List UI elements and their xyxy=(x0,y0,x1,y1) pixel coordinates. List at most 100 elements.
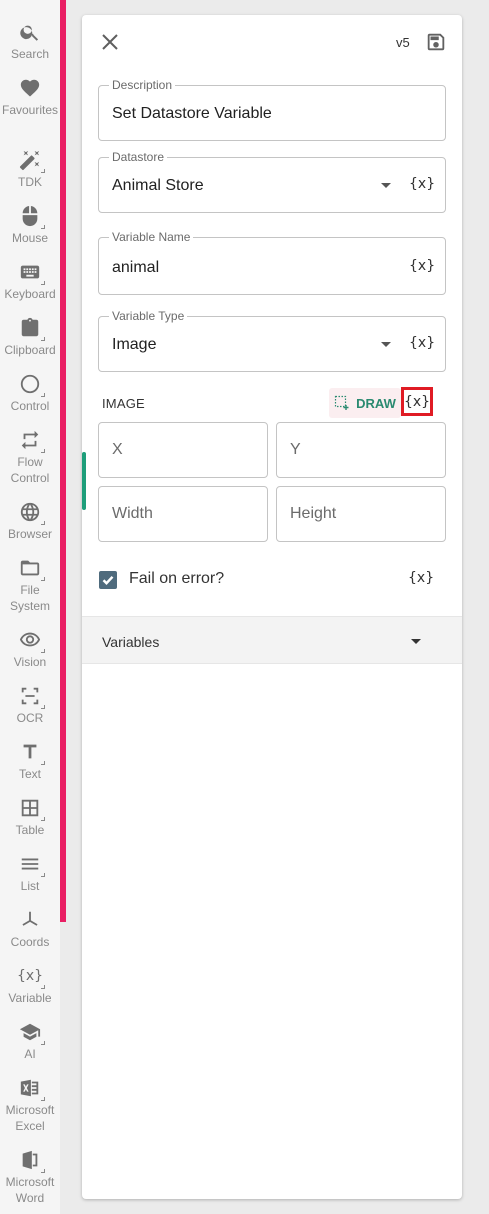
sidebar-item-tdk[interactable]: TDK xyxy=(0,148,60,190)
chevron-down-icon xyxy=(381,342,391,347)
variables-expander[interactable]: Variables xyxy=(82,616,462,664)
folder-icon xyxy=(18,556,45,581)
eye-icon xyxy=(18,628,45,653)
sidebar-label: Coords xyxy=(10,935,50,949)
sidebar-item-file-system[interactable]: File System xyxy=(0,556,60,614)
globe-icon xyxy=(18,500,45,525)
drag-handle[interactable] xyxy=(82,452,86,510)
draw-region-icon xyxy=(335,395,349,410)
sidebar-label: Control xyxy=(10,399,50,413)
sidebar-item-table[interactable]: Table xyxy=(0,796,60,838)
fail-on-error-variable-button[interactable]: {x} xyxy=(408,570,434,586)
save-button[interactable] xyxy=(425,31,447,53)
chevron-down-icon xyxy=(381,183,391,188)
sidebar-item-microsoft-word[interactable]: Microsoft Word xyxy=(0,1148,60,1206)
description-value: Set Datastore Variable xyxy=(112,105,272,122)
list-icon xyxy=(18,852,45,877)
sidebar-item-ai[interactable]: AI xyxy=(0,1020,60,1062)
image-section-title: IMAGE xyxy=(102,396,145,411)
circle-icon xyxy=(18,372,45,397)
keyboard-icon xyxy=(18,260,45,285)
save-icon xyxy=(427,33,445,51)
sidebar-item-ocr[interactable]: OCR xyxy=(0,684,60,726)
variable-type-value: Image xyxy=(112,336,157,353)
sidebar-label: File System xyxy=(9,583,50,613)
width-placeholder: Width xyxy=(112,505,153,522)
checkmark-icon xyxy=(102,575,114,585)
variable-type-variable-button[interactable]: {x} xyxy=(409,335,435,351)
height-input[interactable]: Height xyxy=(276,486,446,542)
sidebar-label: Clipboard xyxy=(4,343,56,357)
close-icon xyxy=(102,34,118,50)
sidebar-item-keyboard[interactable]: Keyboard xyxy=(0,260,60,302)
sidebar-item-browser[interactable]: Browser xyxy=(0,500,60,542)
x-placeholder: X xyxy=(112,441,123,458)
variables-label: Variables xyxy=(102,634,160,650)
sidebar-label: Favourites xyxy=(1,103,59,117)
sidebar-item-clipboard[interactable]: Clipboard xyxy=(0,316,60,358)
sidebar-label: Keyboard xyxy=(4,287,56,301)
toolbox-sidebar: Search Favourites TDK Mouse Keyboard Cli… xyxy=(0,0,60,1214)
sidebar-label: Flow Control xyxy=(10,455,50,485)
sidebar-label: OCR xyxy=(16,711,44,725)
sidebar-label: Table xyxy=(15,823,45,837)
variable-name-label: Variable Name xyxy=(109,230,194,244)
word-icon xyxy=(18,1148,45,1173)
image-variable-button[interactable]: {x} xyxy=(401,387,433,416)
sidebar-item-favourites[interactable]: Favourites xyxy=(0,76,60,118)
step-editor-panel: v5 Description Set Datastore Variable Da… xyxy=(82,15,462,1199)
sidebar-item-mouse[interactable]: Mouse xyxy=(0,204,60,246)
sidebar-item-search[interactable]: Search xyxy=(0,20,60,62)
variable-name-value: animal xyxy=(112,259,160,276)
sidebar-label: Variable xyxy=(8,991,52,1005)
variable-name-variable-button[interactable]: {x} xyxy=(409,258,435,274)
sidebar-item-vision[interactable]: Vision xyxy=(0,628,60,670)
fail-on-error-label: Fail on error? xyxy=(129,570,225,587)
chevron-down-icon xyxy=(411,639,421,644)
variable-type-select[interactable]: Variable Type Image {x} xyxy=(98,309,446,372)
datastore-variable-button[interactable]: {x} xyxy=(409,176,435,192)
sidebar-item-coords[interactable]: Coords xyxy=(0,908,60,950)
y-input[interactable]: Y xyxy=(276,422,446,478)
magic-wand-icon xyxy=(18,148,45,173)
sidebar-item-text[interactable]: Text xyxy=(0,740,60,782)
text-icon xyxy=(18,740,45,765)
search-icon xyxy=(18,20,42,44)
sidebar-scrollbar[interactable] xyxy=(60,0,66,922)
sidebar-label: AI xyxy=(24,1047,36,1061)
heart-icon xyxy=(18,76,42,100)
close-button[interactable] xyxy=(100,32,120,52)
sidebar-label: TDK xyxy=(18,175,42,189)
sidebar-label: Search xyxy=(10,47,50,61)
ocr-icon xyxy=(18,684,45,709)
sidebar-item-variable[interactable]: {x} Variable xyxy=(0,964,60,1006)
width-input[interactable]: Width xyxy=(98,486,268,542)
sidebar-label: Microsoft Word xyxy=(5,1175,55,1205)
sidebar-item-list[interactable]: List xyxy=(0,852,60,894)
fail-on-error-checkbox[interactable] xyxy=(99,571,117,589)
clipboard-icon xyxy=(18,316,45,341)
height-placeholder: Height xyxy=(290,505,337,522)
variable-icon: {x} xyxy=(17,964,45,989)
table-icon xyxy=(18,796,45,821)
sidebar-label: Mouse xyxy=(11,231,49,245)
datastore-value: Animal Store xyxy=(112,177,204,194)
mouse-icon xyxy=(18,204,45,229)
description-label: Description xyxy=(109,78,176,92)
sidebar-label: List xyxy=(20,879,40,893)
draw-button[interactable]: DRAW xyxy=(329,388,401,418)
sidebar-label: Microsoft Excel xyxy=(5,1103,55,1133)
sidebar-label: Text xyxy=(18,767,41,781)
sidebar-item-microsoft-excel[interactable]: Microsoft Excel xyxy=(0,1076,60,1134)
sidebar-item-flow-control[interactable]: Flow Control xyxy=(0,428,60,486)
variable-name-field[interactable]: Variable Name animal {x} xyxy=(98,230,446,295)
sidebar-item-control[interactable]: Control xyxy=(0,372,60,414)
datastore-select[interactable]: Datastore Animal Store {x} xyxy=(98,150,446,213)
description-field[interactable]: Description Set Datastore Variable xyxy=(98,78,446,141)
excel-icon xyxy=(18,1076,45,1101)
x-input[interactable]: X xyxy=(98,422,268,478)
variable-type-label: Variable Type xyxy=(109,309,188,323)
graduation-cap-icon xyxy=(18,1020,45,1045)
version-label: v5 xyxy=(396,35,410,50)
y-placeholder: Y xyxy=(290,441,301,458)
